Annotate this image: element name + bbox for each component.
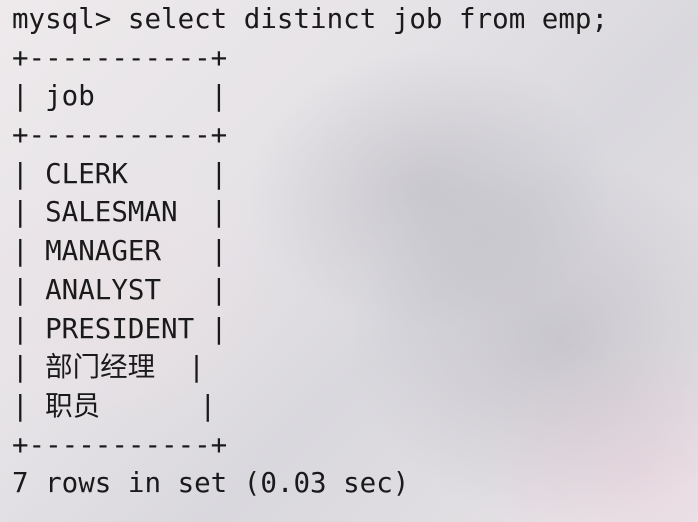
- table-border-middle: +-----------+: [12, 119, 228, 152]
- mysql-prompt: mysql>: [12, 3, 112, 35]
- table-border-bottom: +-----------+: [12, 428, 228, 461]
- table-row: | PRESIDENT |: [12, 312, 228, 345]
- table-row: | MANAGER |: [12, 235, 228, 268]
- table-row: | 部门经理 |: [12, 351, 205, 384]
- terminal-output: mysql> select distinct job from emp; +--…: [12, 0, 608, 503]
- table-row: | CLERK |: [12, 157, 228, 190]
- table-row: | ANALYST |: [12, 273, 228, 306]
- result-summary: 7 rows in set (0.03 sec): [12, 467, 410, 500]
- table-row: | SALESMAN |: [12, 196, 228, 229]
- command-line: mysql> select distinct job from emp;: [12, 0, 608, 39]
- table-row: | 职员 |: [12, 389, 217, 422]
- sql-command: select distinct job from emp;: [111, 3, 609, 35]
- table-border-top: +-----------+: [12, 41, 228, 74]
- terminal-window[interactable]: { "terminal": { "prompt": "mysql>", "com…: [0, 0, 698, 522]
- table-header-row: | job |: [12, 80, 228, 113]
